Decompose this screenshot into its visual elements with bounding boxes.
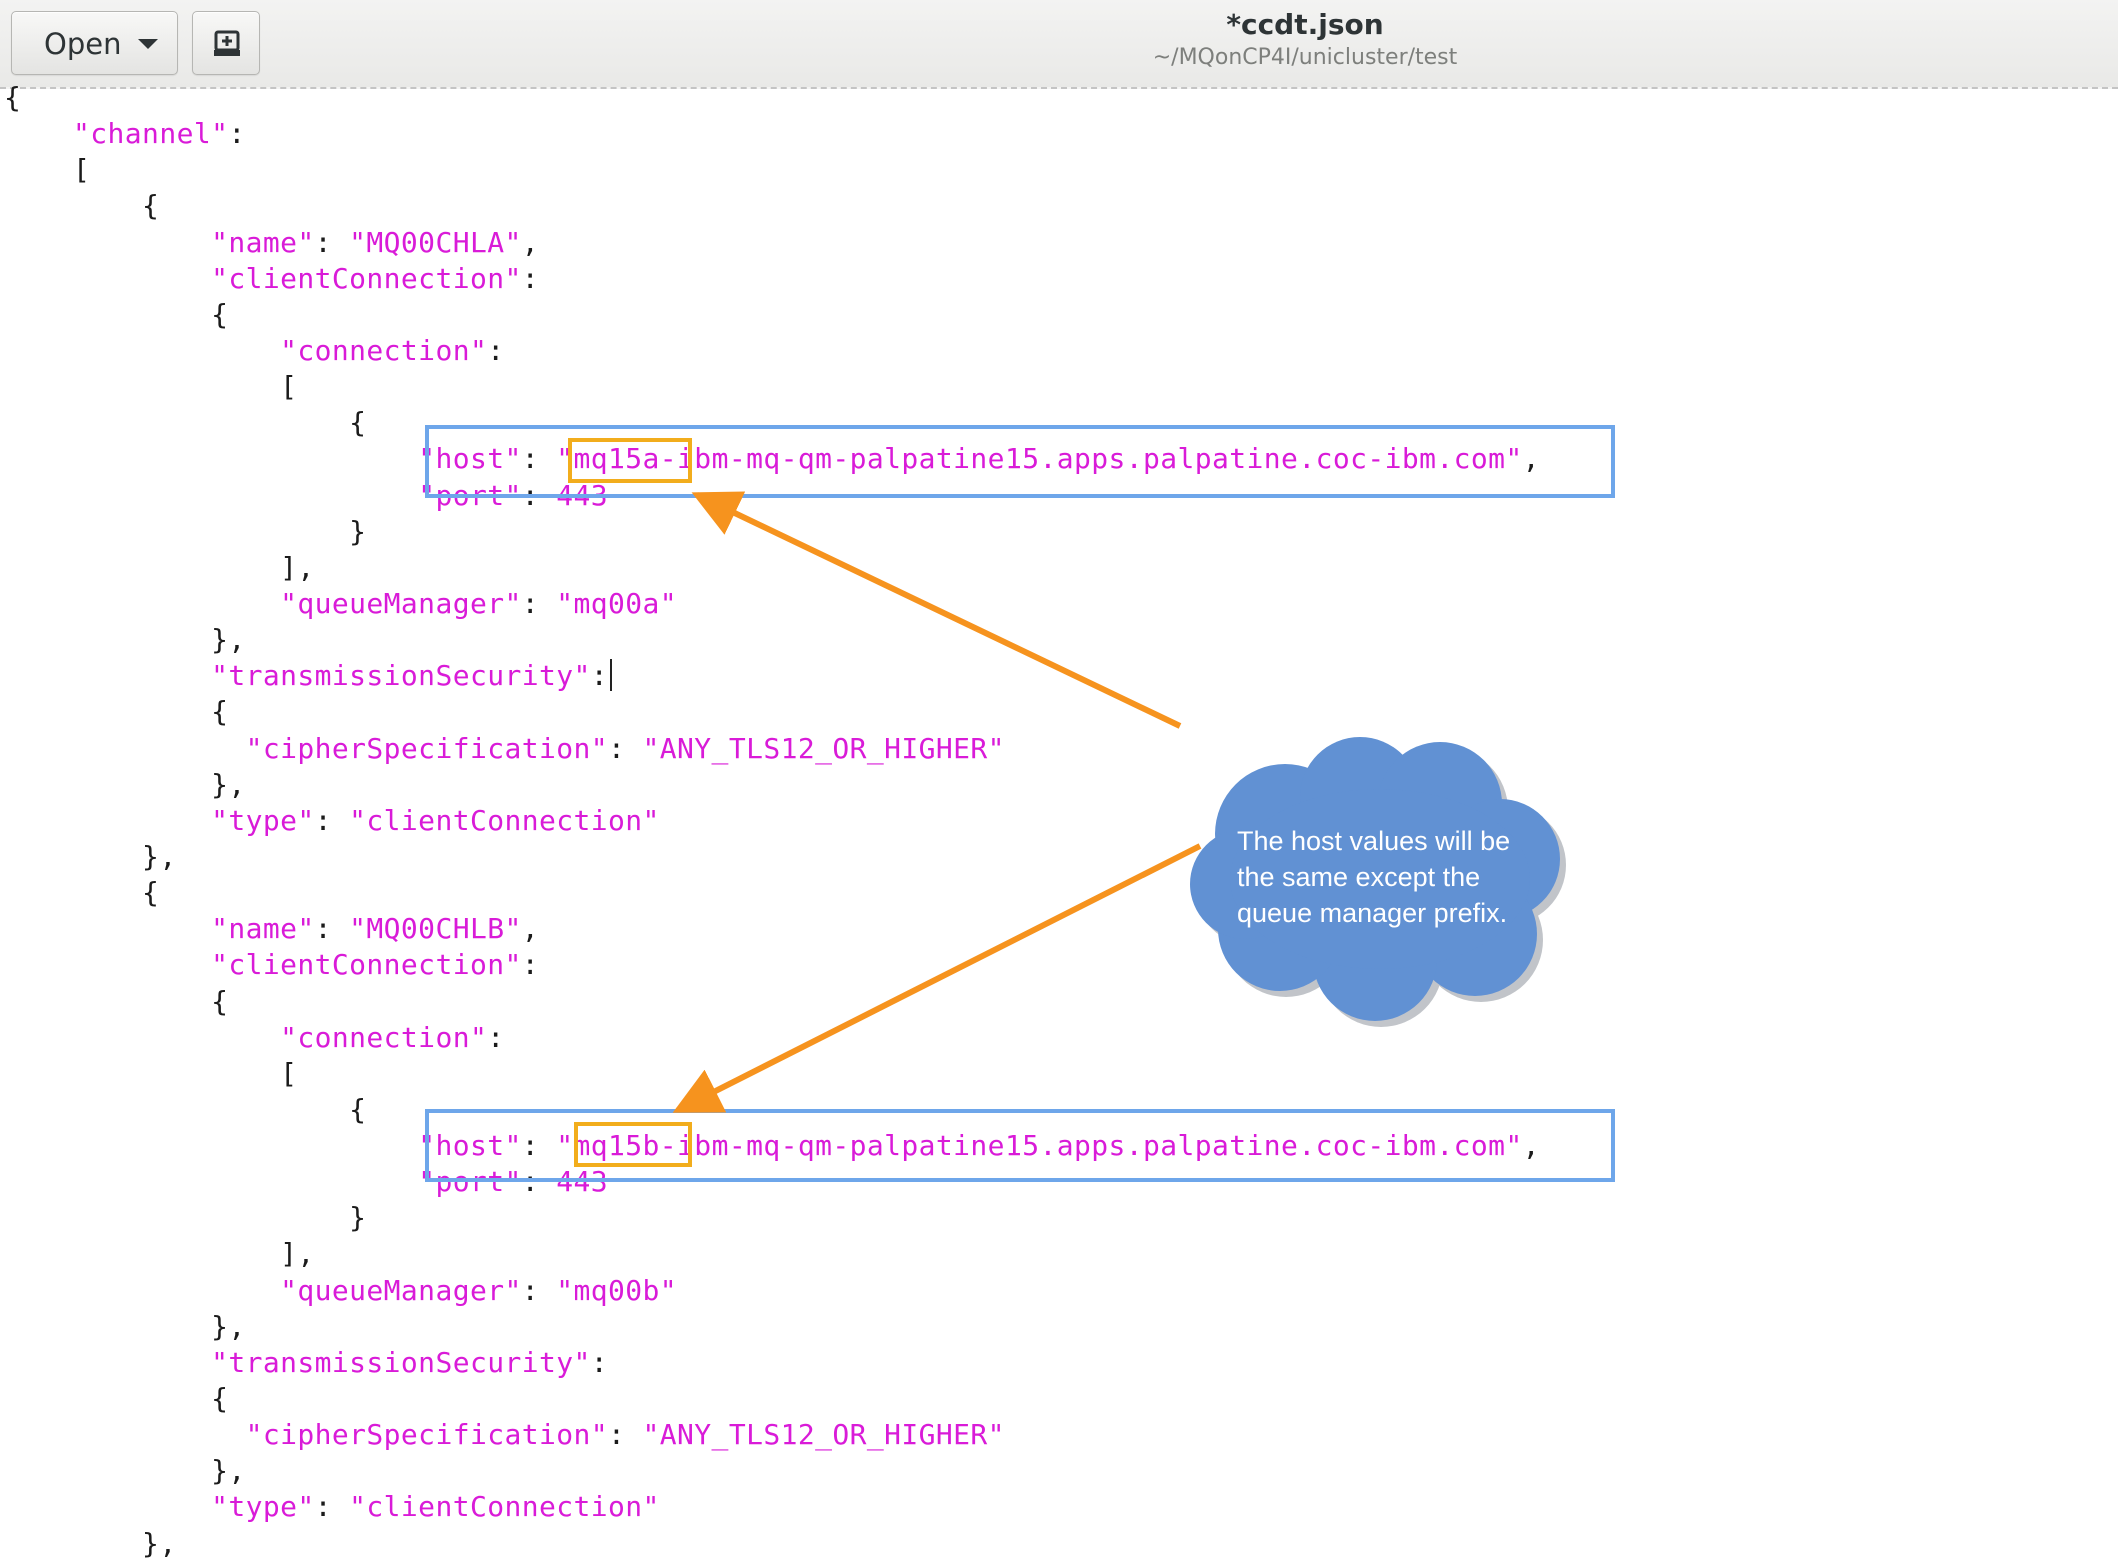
new-document-icon	[214, 30, 240, 56]
annotation-arrows	[672, 491, 1202, 1113]
new-document-button[interactable]	[192, 11, 260, 75]
text-editor-area[interactable]: { "channel": [ { "name": "MQ00CHLA", "cl…	[0, 81, 2118, 1568]
file-path: ~/MQonCP4I/unicluster/test	[1152, 45, 1458, 70]
chevron-down-icon[interactable]	[138, 39, 158, 49]
open-button[interactable]: Open	[11, 11, 178, 75]
window-title: *ccdt.json	[1226, 8, 1384, 41]
callout-cloud: The host values will be the same except …	[1175, 719, 1595, 1029]
arrow-to-host-b	[672, 843, 1202, 1113]
callout-text: The host values will be the same except …	[1237, 826, 1511, 928]
window-title-area: *ccdt.json ~/MQonCP4I/unicluster/test	[1000, 6, 1610, 72]
open-button-label: Open	[44, 27, 122, 61]
header-bar: Open *ccdt.json ~/MQonCP4I/unicluster/te…	[0, 0, 2118, 89]
arrow-to-host-a	[691, 491, 1182, 729]
